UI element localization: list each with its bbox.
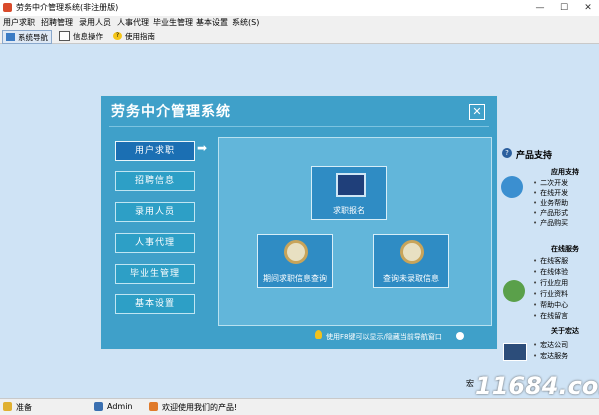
nav-button-hired[interactable]: 录用人员 [115,202,195,222]
menu-item-settings[interactable]: 基本设置 [196,17,228,28]
document-icon [59,31,70,41]
status-ready: 准备 [16,403,32,412]
info-ops-label: 信息操作 [73,31,103,41]
support-icon: ? [502,148,512,158]
help-icon: ? [113,32,122,40]
link-product-purchase[interactable]: 产品购买 [533,218,568,228]
menu-bar: 用户求职 招聘管理 录用人员 人事代理 毕业生管理 基本设置 系统(S) [0,16,599,29]
menu-item-job-seeking[interactable]: 用户求职 [3,17,35,28]
link-leave-message[interactable]: 在线留言 [533,311,568,321]
function-panel: 求职报名 期间求职信息查询 查询未录取信息 [218,137,492,326]
watermark: 11684.com [475,372,599,400]
menu-item-recruitment[interactable]: 招聘管理 [41,17,73,28]
dialog-title: 劳务中介管理系统 [111,104,231,120]
status-bar: 准备 Admin 欢迎使用我们的产品! [0,398,599,415]
nav-button-graduates[interactable]: 毕业生管理 [115,264,195,284]
help-bubble-icon [456,332,464,340]
magnifier-icon [400,240,424,264]
apply-job-button[interactable]: 求职报名 [311,166,387,220]
help-guide-label: 使用指南 [125,31,155,41]
help-guide-button[interactable]: ? 使用指南 [110,30,158,42]
toolbar: 系统导航 信息操作 ? 使用指南 [0,29,599,44]
link-industry-docs[interactable]: 行业资料 [533,289,568,299]
link-product-form[interactable]: 产品形式 [533,208,568,218]
monitor-icon [6,33,15,41]
link-business-help[interactable]: 业务帮助 [533,198,568,208]
window-title: 劳务中介管理系统(非注册版) [16,3,119,12]
system-nav-label: 系统导航 [18,32,48,42]
query-period-label: 期间求职信息查询 [263,274,327,283]
ready-icon [3,402,12,411]
query-unhired-button[interactable]: 查询未录取信息 [373,234,449,288]
globe-icon [503,280,525,302]
sidebar-title: 产品支持 [516,151,553,161]
app-icon [3,3,12,12]
lightbulb-icon [315,330,322,339]
magnifier-icon [284,240,308,264]
link-help-center[interactable]: 帮助中心 [533,300,568,310]
sidebar-bottom-text: 宏 [466,379,474,388]
link-company-service[interactable]: 宏达服务 [533,351,568,361]
link-company[interactable]: 宏达公司 [533,340,568,350]
arrow-circle-icon [501,176,523,198]
query-period-button[interactable]: 期间求职信息查询 [257,234,333,288]
section-heading-online-service: 在线服务 [551,245,579,253]
section-heading-about: 关于宏达 [551,327,579,335]
laptop-icon [503,343,527,361]
section-heading-app-support: 应用支持 [551,168,579,176]
status-welcome: 欢迎使用我们的产品! [162,403,238,412]
link-online-trial[interactable]: 在线体验 [533,267,568,277]
nav-button-job-seeking[interactable]: 用户求职 [115,141,195,161]
apply-job-label: 求职报名 [333,206,365,215]
maximize-button[interactable]: ☐ [553,1,575,15]
link-industry-apps[interactable]: 行业应用 [533,278,568,288]
nav-button-recruitment[interactable]: 招聘信息 [115,171,195,191]
link-online-support[interactable]: 在线客服 [533,256,568,266]
system-nav-button[interactable]: 系统导航 [2,30,52,44]
user-icon [94,402,103,411]
close-button[interactable]: ✕ [577,1,599,15]
menu-item-hr-agency[interactable]: 人事代理 [117,17,149,28]
monitor-icon [336,173,366,197]
menu-item-system[interactable]: 系统(S) [232,17,259,28]
dialog-divider [109,126,489,127]
menu-item-hired[interactable]: 录用人员 [79,17,111,28]
welcome-icon [149,402,158,411]
dialog-hint: 使用F8键可以显示/隐藏当前导航窗口 [326,333,442,341]
navigation-dialog: 劳务中介管理系统 ✕ 用户求职 招聘信息 录用人员 人事代理 毕业生管理 基本设… [100,95,498,350]
nav-button-hr-agency[interactable]: 人事代理 [115,233,195,253]
query-unhired-label: 查询未录取信息 [383,274,439,283]
link-online-dev[interactable]: 在线开发 [533,188,568,198]
selected-arrow-icon: ➡ [197,141,208,155]
dialog-close-button[interactable]: ✕ [469,104,485,120]
info-ops-button[interactable]: 信息操作 [56,30,106,42]
nav-button-settings[interactable]: 基本设置 [115,294,195,314]
menu-item-graduates[interactable]: 毕业生管理 [153,17,193,28]
minimize-button[interactable]: — [529,1,551,15]
link-secondary-dev[interactable]: 二次开发 [533,178,568,188]
title-bar: 劳务中介管理系统(非注册版) — ☐ ✕ [0,0,599,17]
status-user: Admin [107,402,133,411]
